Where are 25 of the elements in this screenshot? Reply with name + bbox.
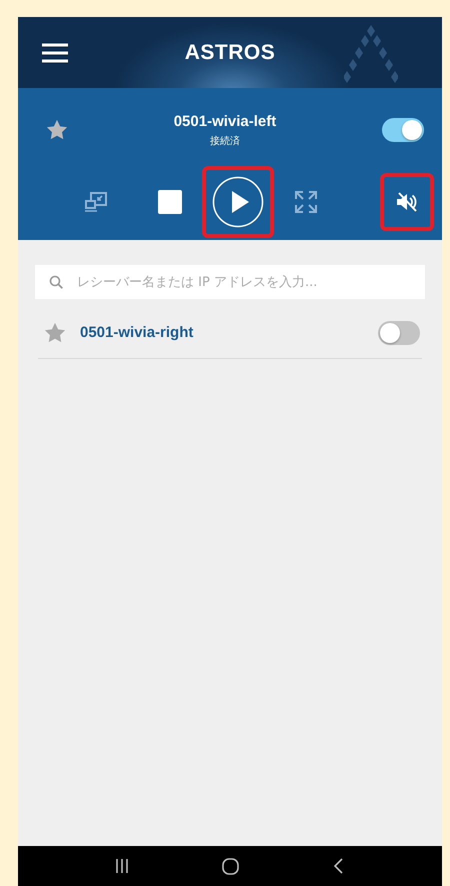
stop-icon <box>158 190 182 214</box>
back-icon <box>333 858 343 874</box>
receiver-name: 0501-wivia-right <box>80 324 194 341</box>
connection-toggle[interactable] <box>382 118 424 142</box>
device-name: 0501-wivia-left <box>174 112 276 130</box>
app-logo: ASTROS <box>184 40 276 64</box>
star-icon <box>46 119 68 141</box>
receiver-toggle[interactable] <box>378 320 420 344</box>
star-icon <box>44 322 66 344</box>
expand-icon <box>294 190 318 214</box>
screen-mirror-button[interactable] <box>84 191 108 213</box>
search-icon <box>49 275 63 289</box>
mute-button[interactable] <box>396 191 418 213</box>
fullscreen-button[interactable] <box>294 190 318 214</box>
three-bars-icon <box>115 859 129 873</box>
receiver-row[interactable]: 0501-wivia-right <box>38 307 422 359</box>
home-icon <box>222 858 238 874</box>
menu-button[interactable] <box>42 43 68 63</box>
search-field[interactable]: レシーバー名または IP アドレスを入力... <box>35 265 425 299</box>
connection-status: 接続済 <box>210 134 240 148</box>
screens-icon <box>84 191 108 213</box>
play-button[interactable] <box>212 176 264 228</box>
play-icon <box>212 176 264 228</box>
menu-icon <box>42 43 68 63</box>
speaker-muted-icon <box>396 191 418 213</box>
